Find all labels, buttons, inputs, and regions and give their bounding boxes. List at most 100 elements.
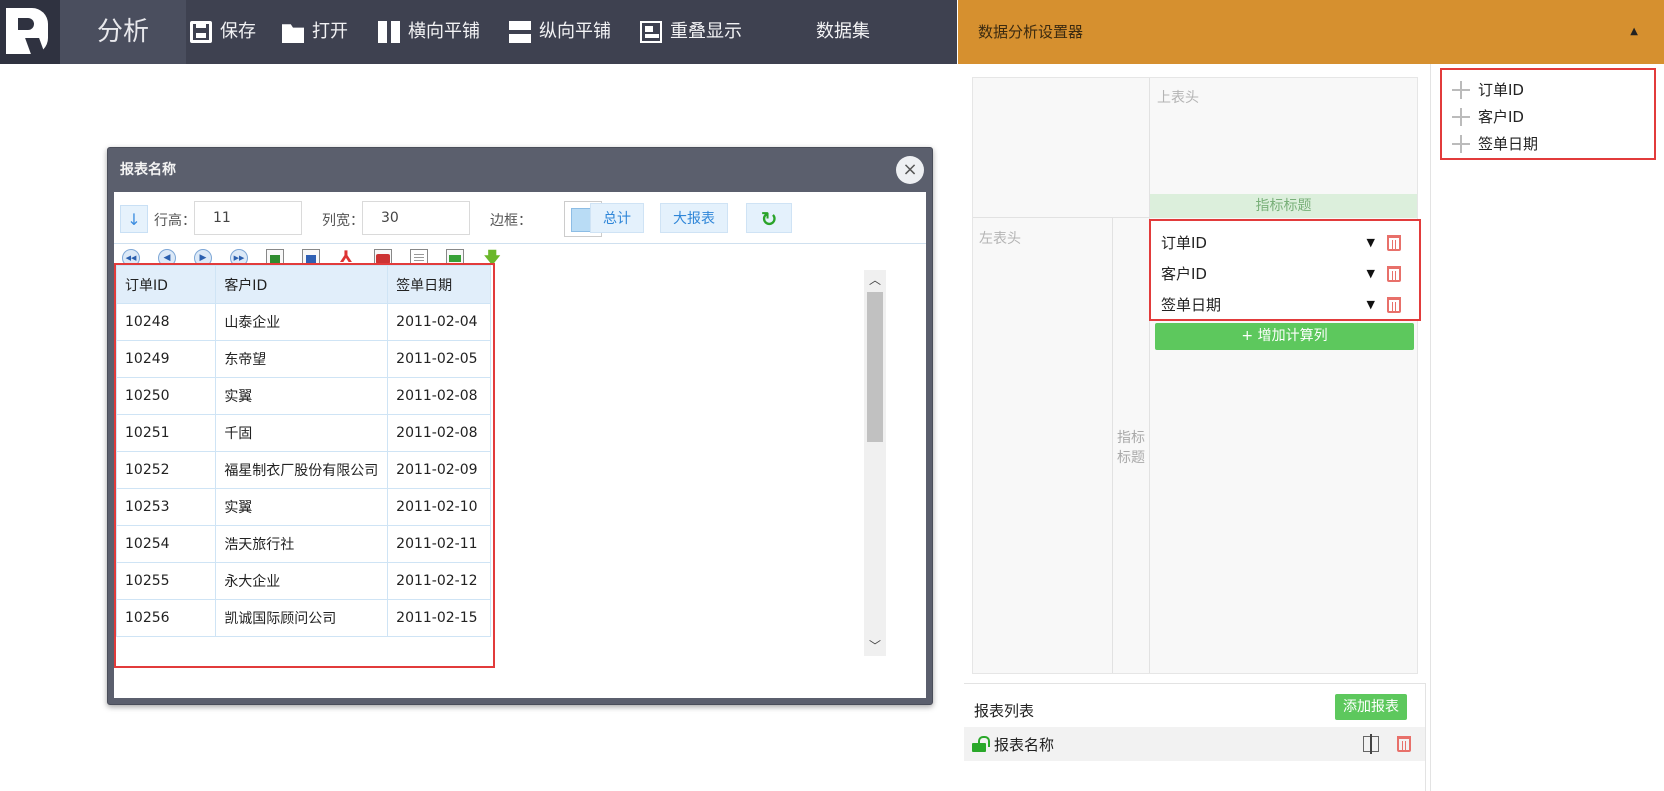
metric-label: 签单日期 (1161, 296, 1222, 314)
top-toolbar: 分析 保存 打开 横向平铺 纵向平铺 重叠显示 数据集 (0, 0, 957, 64)
overlap-icon (640, 21, 662, 43)
table-row[interactable]: 10249 东帝望 2011-02-05 (116, 340, 491, 378)
table-cell: 2011-02-05 (387, 340, 491, 378)
tile-vertical-button[interactable]: 纵向平铺 (509, 0, 611, 64)
collapse-caret-icon[interactable]: ▲ (1630, 0, 1638, 64)
field-label: 签单日期 (1478, 135, 1539, 153)
open-label: 打开 (312, 21, 348, 42)
field-item[interactable]: 订单ID (1442, 76, 1654, 103)
settings-header[interactable]: 数据分析设置器 ▲ (958, 0, 1664, 64)
rename-icon[interactable] (1363, 734, 1379, 754)
table-row[interactable]: 10248 山泰企业 2011-02-04 (116, 303, 491, 341)
metric-title-bar: 指标标题 (1150, 194, 1417, 218)
left-header-dropzone[interactable]: 左表头 (979, 228, 1021, 248)
table-cell: 2011-02-11 (387, 525, 491, 563)
save-label: 保存 (220, 21, 256, 42)
dropdown-caret-icon[interactable]: ▼ (1367, 236, 1375, 249)
table-cell: 10255 (116, 562, 217, 600)
trash-icon[interactable] (1387, 296, 1401, 313)
table-row[interactable]: 10251 千固 2011-02-08 (116, 414, 491, 452)
table-cell: 凯诚国际顾问公司 (215, 599, 389, 637)
panel-divider (1430, 64, 1431, 791)
save-icon (190, 21, 212, 43)
save-button[interactable]: 保存 (190, 0, 256, 64)
table-cell: 实翼 (215, 488, 389, 526)
report-table: 订单ID 客户ID 签单日期 10248 山泰企业 2011-02-04 10249 东… (116, 265, 491, 637)
report-item-label: 报表名称 (994, 735, 1055, 754)
row-height-input[interactable] (194, 201, 302, 235)
col-width-label: 列宽： (322, 213, 364, 229)
table-cell: 浩天旅行社 (215, 525, 389, 563)
column-header[interactable]: 签单日期 (387, 265, 491, 304)
overlap-button[interactable]: 重叠显示 (640, 0, 742, 64)
dataset-button[interactable]: 数据集 (816, 0, 870, 64)
close-button[interactable]: × (896, 156, 924, 184)
table-row[interactable]: 10256 凯诚国际顾问公司 2011-02-15 (116, 599, 491, 637)
trash-icon[interactable] (1387, 265, 1401, 282)
table-row[interactable]: 10255 永大企业 2011-02-12 (116, 562, 491, 600)
report-window-body: ↓ 行高： 列宽： 边框： 总计 大报表 (114, 192, 926, 698)
add-report-button[interactable]: 添加报表 (1335, 694, 1407, 720)
drag-move-icon[interactable] (1452, 134, 1470, 153)
drag-move-icon[interactable] (1452, 107, 1470, 126)
table-cell: 10248 (116, 303, 217, 341)
big-report-button[interactable]: 大报表 (660, 203, 728, 233)
total-button[interactable]: 总计 (590, 203, 644, 233)
unlock-icon[interactable] (972, 736, 990, 752)
table-cell: 10251 (116, 414, 217, 452)
report-list-item[interactable]: 报表名称 (964, 727, 1425, 761)
column-header[interactable]: 客户ID (215, 265, 389, 304)
dropdown-caret-icon[interactable]: ▼ (1367, 267, 1375, 280)
column-header[interactable]: 订单ID (116, 265, 217, 304)
metric-row[interactable]: 订单ID ▼ (1151, 227, 1419, 258)
table-cell: 永大企业 (215, 562, 389, 600)
report-list-title: 报表列表 (974, 702, 1035, 720)
sort-down-button[interactable]: ↓ (120, 205, 148, 233)
field-label: 订单ID (1478, 81, 1524, 99)
table-row[interactable]: 10253 实翼 2011-02-10 (116, 488, 491, 526)
table-cell: 2011-02-08 (387, 414, 491, 452)
table-cell: 2011-02-08 (387, 377, 491, 415)
folder-open-icon (282, 24, 304, 43)
settings-title: 数据分析设置器 (978, 23, 1084, 41)
scroll-down-icon[interactable]: ﹀ (864, 636, 886, 656)
col-width-input[interactable] (362, 201, 470, 235)
table-row[interactable]: 10252 福星制衣厂股份有限公司 2011-02-09 (116, 451, 491, 489)
field-item[interactable]: 客户ID (1442, 103, 1654, 130)
pivot-area: 上表头 左表头 指标标题 指标标题 订单ID ▼ 客户ID ▼ 签单日期 ▼ +… (972, 77, 1421, 674)
refresh-button[interactable] (746, 203, 792, 233)
report-table-container: 订单ID 客户ID 签单日期 10248 山泰企业 2011-02-04 10249 东… (114, 263, 495, 668)
trash-icon[interactable] (1397, 736, 1411, 752)
add-calculated-column-button[interactable]: + 增加计算列 (1155, 323, 1414, 350)
table-cell: 2011-02-04 (387, 303, 491, 341)
tile-horizontal-icon (378, 21, 400, 43)
top-header-dropzone[interactable]: 上表头 (1157, 87, 1199, 107)
tile-horizontal-button[interactable]: 横向平铺 (378, 0, 480, 64)
table-cell: 千固 (215, 414, 389, 452)
metric-list: 订单ID ▼ 客户ID ▼ 签单日期 ▼ (1149, 219, 1421, 321)
report-window-title: 报表名称 (120, 162, 176, 178)
dropdown-caret-icon[interactable]: ▼ (1367, 298, 1375, 311)
border-label: 边框： (490, 213, 532, 229)
logo-r-icon (6, 8, 48, 54)
table-row[interactable]: 10250 实翼 2011-02-08 (116, 377, 491, 415)
report-list: 报表列表 添加报表 报表名称 (964, 683, 1426, 791)
metric-row[interactable]: 客户ID ▼ (1151, 258, 1419, 289)
scroll-up-icon[interactable]: ︿ (864, 270, 886, 290)
tile-horizontal-label: 横向平铺 (408, 21, 480, 42)
app-title: 分析 (60, 0, 186, 64)
field-item[interactable]: 签单日期 (1442, 130, 1654, 157)
overlap-label: 重叠显示 (670, 21, 742, 42)
tile-vertical-icon (509, 21, 531, 43)
drag-move-icon[interactable] (1452, 80, 1470, 99)
table-cell: 10249 (116, 340, 217, 378)
vertical-scrollbar[interactable]: ︿ ﹀ (864, 270, 886, 656)
table-row[interactable]: 10254 浩天旅行社 2011-02-11 (116, 525, 491, 563)
metric-row[interactable]: 签单日期 ▼ (1151, 289, 1419, 320)
table-body: 10248 山泰企业 2011-02-04 10249 东帝望 2011-02-05 102… (116, 303, 491, 637)
table-cell: 山泰企业 (215, 303, 389, 341)
open-button[interactable]: 打开 (282, 0, 348, 64)
trash-icon[interactable] (1387, 234, 1401, 251)
scrollbar-thumb[interactable] (867, 292, 883, 442)
metric-label: 客户ID (1161, 265, 1207, 283)
